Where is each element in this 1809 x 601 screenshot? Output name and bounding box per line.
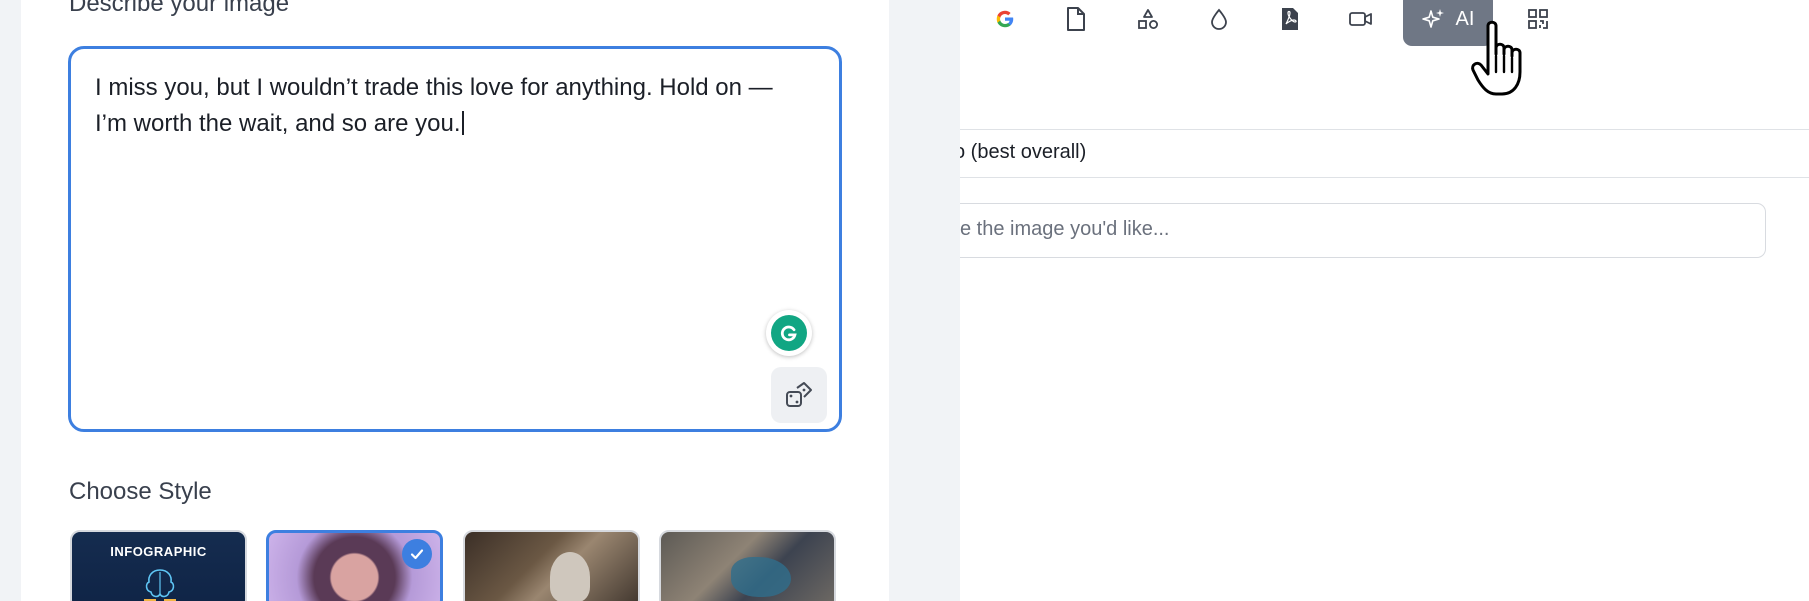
style-card-label: INFOGRAPHIC: [110, 544, 207, 559]
shapes-icon[interactable]: [1133, 4, 1163, 34]
text-caret: [461, 111, 464, 135]
dice-icon: [786, 382, 812, 407]
pdf-icon[interactable]: [1275, 4, 1305, 34]
grammarly-button[interactable]: [766, 310, 812, 356]
file-icon[interactable]: [1061, 4, 1091, 34]
drop-icon[interactable]: [1204, 4, 1234, 34]
choose-style-label: Choose Style: [69, 478, 212, 505]
prompt-text-content: I miss you, but I wouldn’t trade this lo…: [95, 74, 773, 137]
divider: [960, 129, 1809, 130]
sparkle-icon: [1421, 9, 1444, 28]
video-icon[interactable]: [1346, 4, 1376, 34]
google-icon[interactable]: [990, 4, 1020, 34]
ai-prompt-placeholder: e the image you'd like...: [960, 218, 1170, 240]
style-card-photorealistic[interactable]: [463, 530, 640, 601]
model-select[interactable]: o (best overall): [960, 141, 1086, 164]
ai-prompt-input[interactable]: e the image you'd like...: [960, 203, 1766, 258]
style-card-image: [731, 557, 791, 597]
style-card-fantasy[interactable]: [659, 530, 836, 601]
editor-panel: AI o (best overall) e the image you'd li…: [960, 0, 1809, 601]
style-card-infographic[interactable]: INFOGRAPHIC: [70, 530, 247, 601]
describe-image-label: Describe your image: [69, 0, 290, 17]
style-card-image: [550, 552, 590, 601]
style-card-portrait[interactable]: [266, 530, 443, 601]
selected-check-icon: [402, 539, 432, 569]
divider: [960, 177, 1809, 178]
hand-pointer-cursor-icon: [1471, 20, 1522, 96]
random-prompt-button[interactable]: [771, 367, 827, 423]
grammarly-icon: [771, 315, 807, 351]
image-generator-form: Describe your image I miss you, but I wo…: [21, 0, 889, 601]
brain-icon: [144, 569, 176, 601]
image-description-textarea[interactable]: I miss you, but I wouldn’t trade this lo…: [68, 46, 842, 432]
